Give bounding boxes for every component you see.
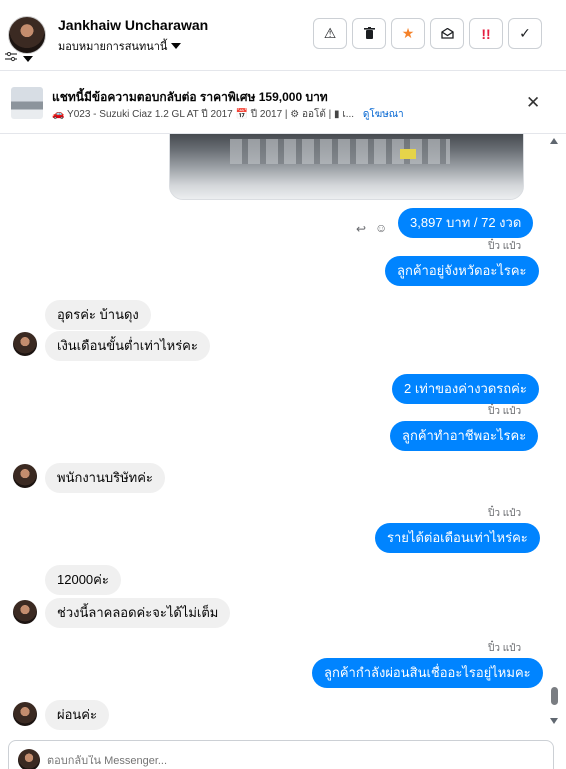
- contact-avatar-small: [13, 464, 37, 488]
- chevron-down-icon: [23, 55, 33, 62]
- message-bubble-outgoing[interactable]: ลูกค้ากำลังผ่อนสินเชื่ออะไรอยู่ไหมคะ: [312, 658, 543, 688]
- done-check-icon: ✓: [519, 25, 531, 41]
- engine-photo-message[interactable]: [169, 134, 524, 200]
- reply-icon[interactable]: ↩: [356, 222, 366, 236]
- ad-title: แชทนี้มีข้อความตอบกลับต่อ ราคาพิเศษ 159,…: [52, 90, 328, 104]
- scroll-down-arrow-icon[interactable]: [550, 718, 558, 724]
- trash-icon: [363, 26, 375, 42]
- mark-unread-icon: [440, 26, 454, 42]
- scrollbar-thumb[interactable]: [551, 687, 558, 705]
- chevron-down-icon: [171, 43, 182, 49]
- delete-button[interactable]: [352, 18, 386, 49]
- mark-unread-button[interactable]: [430, 18, 464, 49]
- seen-by-label: ปิ๋ว แป๋ว: [488, 508, 522, 519]
- message-bubble-outgoing[interactable]: ลูกค้าอยู่จังหวัดอะไรคะ: [385, 256, 539, 286]
- spam-button[interactable]: !!: [469, 18, 503, 49]
- message-bubble-incoming[interactable]: อุดรค่ะ บ้านดุง: [45, 300, 151, 330]
- message-bubble-incoming[interactable]: 12000ค่ะ: [45, 565, 121, 595]
- message-thread: ↩ ☺ 3,897 บาท / 72 งวด ปิ๋ว แป๋ว ลูกค้าอ…: [0, 134, 566, 737]
- scroll-up-arrow-icon[interactable]: [550, 138, 558, 144]
- seen-by-label: ปิ๋ว แป๋ว: [488, 643, 522, 654]
- message-bubble-outgoing[interactable]: รายได้ต่อเดือนเท่าไหร่คะ: [375, 523, 540, 553]
- ad-thumbnail: [11, 87, 43, 119]
- conversation-actions: ⚠ ★ !! ✓: [313, 18, 542, 49]
- reply-composer: [8, 740, 554, 769]
- close-icon[interactable]: ✕: [526, 93, 540, 113]
- contact-name[interactable]: Jankhaiw Uncharawan: [58, 17, 208, 33]
- message-bubble-outgoing[interactable]: ลูกค้าทำอาชีพอะไรคะ: [390, 421, 539, 451]
- seen-by-label: ปิ๋ว แป๋ว: [488, 241, 522, 252]
- report-icon: ⚠: [323, 25, 337, 41]
- message-bubble-incoming[interactable]: ผ่อนค่ะ: [45, 700, 109, 730]
- contact-avatar-small: [13, 702, 37, 726]
- contact-avatar-small: [13, 600, 37, 624]
- page-avatar: [18, 749, 40, 769]
- assign-label: มอบหมายการสนทนานี้: [58, 41, 168, 53]
- message-bubble-outgoing[interactable]: 2 เท่าของค่างวดรถค่ะ: [392, 374, 539, 404]
- view-ad-link[interactable]: ดูโฆษณา: [363, 109, 404, 120]
- spam-icon: !!: [481, 25, 491, 42]
- message-bubble-incoming[interactable]: เงินเดือนขั้นต่ำเท่าไหร่คะ: [45, 331, 210, 361]
- reply-input[interactable]: [47, 755, 527, 767]
- mark-done-button[interactable]: ✓: [508, 18, 542, 49]
- ad-subtitle: 🚗 Y023 - Suzuki Ciaz 1.2 GL AT ปี 2017 📅…: [52, 107, 404, 122]
- react-emoji-icon[interactable]: ☺: [375, 221, 387, 235]
- contact-avatar-small: [13, 332, 37, 356]
- ad-reference-bar: แชทนี้มีข้อความตอบกลับต่อ ราคาพิเศษ 159,…: [0, 71, 566, 134]
- conversation-header: Jankhaiw Uncharawan มอบหมายการสนทนานี้ ⚠…: [0, 0, 566, 71]
- sliders-icon: [5, 51, 17, 65]
- seen-by-label: ปิ๋ว แป๋ว: [488, 406, 522, 417]
- report-button[interactable]: ⚠: [313, 18, 347, 49]
- assign-conversation-dropdown[interactable]: มอบหมายการสนทนานี้: [58, 37, 182, 55]
- contact-avatar[interactable]: [8, 16, 46, 54]
- conversation-settings-button[interactable]: [5, 51, 33, 65]
- star-icon: ★: [401, 25, 415, 41]
- message-bubble-incoming[interactable]: พนักงานบริษัทค่ะ: [45, 463, 165, 493]
- star-button[interactable]: ★: [391, 18, 425, 49]
- ad-details: 🚗 Y023 - Suzuki Ciaz 1.2 GL AT ปี 2017 📅…: [52, 109, 355, 120]
- message-bubble-outgoing[interactable]: 3,897 บาท / 72 งวด: [398, 208, 534, 238]
- message-bubble-incoming[interactable]: ช่วงนี้ลาคลอดค่ะจะได้ไม่เต็ม: [45, 598, 231, 628]
